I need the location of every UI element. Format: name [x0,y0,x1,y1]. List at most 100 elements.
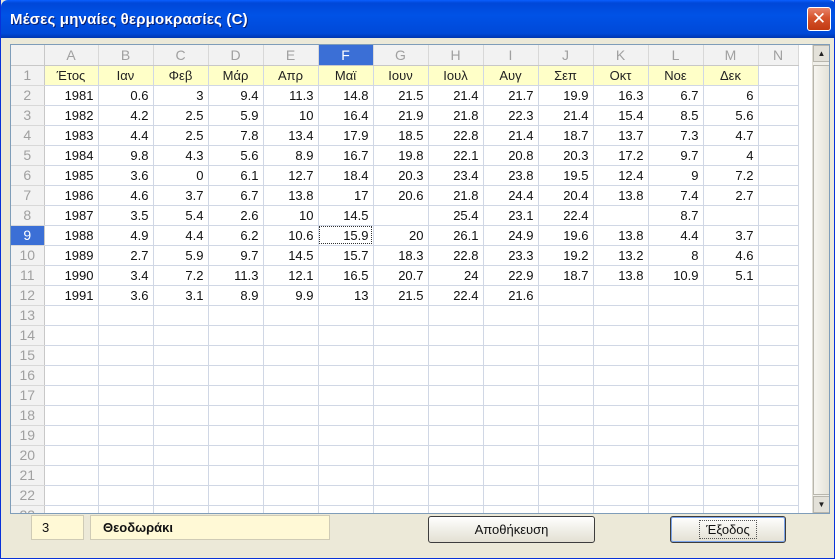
grid-cell[interactable]: 5.6 [208,145,264,166]
row-header[interactable]: 4 [11,125,45,146]
grid-cell[interactable] [263,325,319,346]
grid-cell[interactable] [208,345,264,366]
close-icon[interactable]: ✕ [807,7,831,31]
grid-cell[interactable] [538,385,594,406]
grid-cell[interactable]: 22.8 [428,245,484,266]
grid-cell[interactable] [648,425,704,446]
row-header[interactable]: 19 [11,425,45,446]
grid-cell[interactable] [593,325,649,346]
grid-cell[interactable] [208,445,264,466]
grid-cell[interactable]: 2.6 [208,205,264,226]
grid-cell[interactable] [153,345,209,366]
grid-cell[interactable]: 9.7 [648,145,704,166]
grid-cell[interactable]: 5.6 [703,105,759,126]
grid-cell[interactable]: 6.1 [208,165,264,186]
column-header-l[interactable]: L [648,45,704,66]
grid-cell[interactable] [648,445,704,466]
grid-cell[interactable]: 20.6 [373,185,429,206]
grid-cell[interactable] [758,385,799,406]
grid-cell[interactable] [648,285,704,306]
grid-cell[interactable]: 20.3 [373,165,429,186]
grid-cell[interactable]: 9.9 [263,285,319,306]
grid-cell[interactable]: Ιαν [98,65,154,86]
grid-cell[interactable] [428,485,484,506]
grid-cell[interactable] [318,445,374,466]
row-header[interactable]: 10 [11,245,45,266]
grid-cell[interactable]: 3.4 [98,265,154,286]
grid-cell[interactable] [428,345,484,366]
grid-cell[interactable]: 8.9 [208,285,264,306]
grid-cell[interactable]: 9.7 [208,245,264,266]
grid-cell[interactable]: 3.1 [153,285,209,306]
grid-cell[interactable]: 8.9 [263,145,319,166]
grid-cell[interactable] [593,205,649,226]
grid-cell[interactable] [593,425,649,446]
grid-cell[interactable]: 21.4 [538,105,594,126]
grid-cell[interactable] [703,505,759,513]
grid-cell[interactable] [153,325,209,346]
grid-cell[interactable] [208,305,264,326]
grid-cell[interactable] [373,485,429,506]
grid-cell[interactable]: 4.4 [648,225,704,246]
grid-cell[interactable] [373,305,429,326]
grid-cell[interactable] [44,305,99,326]
grid-cell[interactable] [98,425,154,446]
save-button[interactable]: Αποθήκευση [428,516,595,543]
grid-cell[interactable] [318,305,374,326]
column-header-h[interactable]: H [428,45,484,66]
grid-cell[interactable] [758,305,799,326]
grid-cell[interactable]: 21.5 [373,285,429,306]
grid-cell[interactable]: Έτος [44,65,99,86]
grid-cell[interactable] [703,405,759,426]
grid-cell[interactable] [703,465,759,486]
grid-cell[interactable]: 12.7 [263,165,319,186]
grid-cell[interactable] [758,65,799,86]
grid-cell[interactable] [428,305,484,326]
grid-cell[interactable]: 6 [703,85,759,106]
grid-cell[interactable] [98,325,154,346]
row-header[interactable]: 18 [11,405,45,426]
grid-cell[interactable]: 18.4 [318,165,374,186]
column-header-d[interactable]: D [208,45,264,66]
scroll-up-icon[interactable]: ▲ [813,45,829,62]
grid-cell[interactable] [153,505,209,513]
grid-cell[interactable]: 3 [153,85,209,106]
grid-cell[interactable] [758,225,799,246]
grid-cell[interactable]: 20.3 [538,145,594,166]
grid-cell[interactable] [318,485,374,506]
exit-button[interactable]: Έξοδος [670,516,786,543]
grid-cell[interactable]: 7.4 [648,185,704,206]
grid-cell[interactable]: 16.4 [318,105,374,126]
grid-cell[interactable]: Ιουλ [428,65,484,86]
grid-cell[interactable]: 26.1 [428,225,484,246]
grid-cell[interactable]: 7.3 [648,125,704,146]
grid-cell[interactable]: 12.1 [263,265,319,286]
grid-cell[interactable] [153,385,209,406]
grid-cell[interactable] [538,505,594,513]
grid-cell[interactable]: Μάρ [208,65,264,86]
grid-cell[interactable] [593,305,649,326]
grid-cell[interactable]: 9 [648,165,704,186]
grid-cell[interactable] [318,465,374,486]
grid-cell[interactable]: 1988 [44,225,99,246]
grid-cell[interactable]: 10.9 [648,265,704,286]
grid-cell[interactable] [263,405,319,426]
grid-cell[interactable]: 21.4 [428,85,484,106]
grid-cell[interactable]: 15.4 [593,105,649,126]
grid-cell[interactable]: 17 [318,185,374,206]
grid-cell[interactable]: 4.7 [703,125,759,146]
grid-cell[interactable]: 1989 [44,245,99,266]
grid-cell[interactable]: 10 [263,205,319,226]
grid-cell[interactable] [483,425,539,446]
grid-cell[interactable]: 21.8 [428,185,484,206]
grid-cell[interactable] [758,165,799,186]
grid-cell[interactable] [758,125,799,146]
grid-cell[interactable]: 0.6 [98,85,154,106]
grid-cell[interactable]: 2.5 [153,125,209,146]
grid-cell[interactable]: 13.4 [263,125,319,146]
row-header[interactable]: 5 [11,145,45,166]
grid-cell[interactable] [538,305,594,326]
grid-cell[interactable]: 15.9 [318,225,374,246]
grid-cell[interactable]: 13.7 [593,125,649,146]
grid-cell[interactable] [703,305,759,326]
